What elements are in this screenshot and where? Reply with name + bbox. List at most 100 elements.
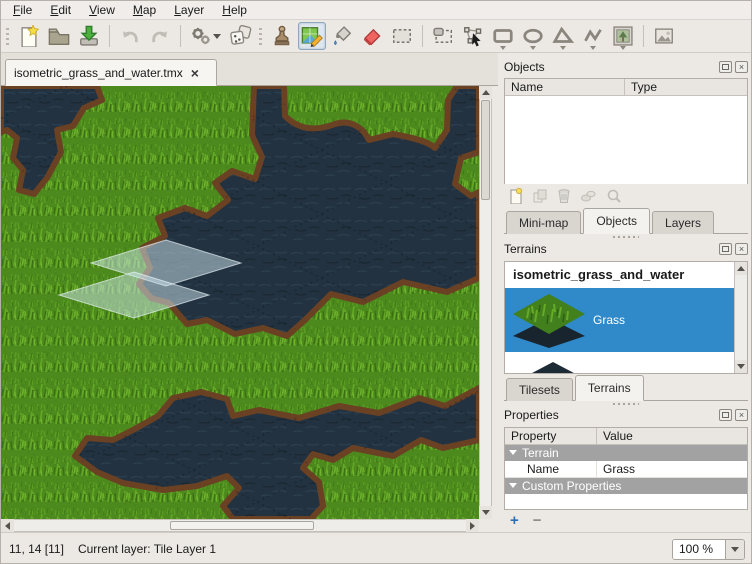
add-property-button[interactable]: + xyxy=(510,513,519,528)
chevron-down-icon xyxy=(731,547,739,552)
tileset-name-row[interactable]: isometric_grass_and_water xyxy=(505,262,747,288)
objects-float-button[interactable] xyxy=(719,61,732,73)
menu-help[interactable]: Help xyxy=(214,2,255,18)
properties-col-property[interactable]: Property xyxy=(505,428,597,444)
collapse-arrow-icon[interactable] xyxy=(509,450,517,455)
redo-button[interactable] xyxy=(146,22,174,50)
float-icon xyxy=(720,410,731,420)
menu-bar: File Edit View Map Layer Help xyxy=(1,1,752,20)
automap-button[interactable] xyxy=(187,22,225,50)
document-tabbar: isometric_grass_and_water.tmx × xyxy=(1,53,498,86)
insert-ellipse-button[interactable] xyxy=(519,22,547,50)
insert-polyline-button[interactable] xyxy=(579,22,607,50)
rect-select-icon xyxy=(391,25,413,47)
menu-file[interactable]: File xyxy=(5,2,40,18)
property-name-value[interactable]: Grass xyxy=(597,462,747,476)
scroll-right-button[interactable] xyxy=(466,519,479,532)
new-file-button[interactable] xyxy=(15,22,43,50)
select-object-button[interactable] xyxy=(429,22,457,50)
edit-polygons-icon xyxy=(462,25,484,47)
custom-properties-group-row[interactable]: Custom Properties xyxy=(505,478,747,494)
bucket-fill-icon xyxy=(331,25,353,47)
tab-close-icon[interactable]: × xyxy=(191,66,199,80)
duplicate-objects-icon[interactable] xyxy=(532,188,548,204)
rect-select-button[interactable] xyxy=(388,22,416,50)
stamp-brush-button[interactable] xyxy=(268,22,296,50)
scroll-up-button[interactable] xyxy=(479,86,492,99)
remove-property-button[interactable]: − xyxy=(533,513,542,528)
terrain-item-water[interactable]: Water xyxy=(505,352,747,374)
tab-terrains[interactable]: Terrains xyxy=(575,375,644,401)
insert-polygon-button[interactable] xyxy=(549,22,577,50)
scroll-down-button[interactable] xyxy=(479,506,492,519)
scroll-up-button[interactable] xyxy=(735,262,747,275)
automap-dropdown-arrow-icon xyxy=(213,34,221,39)
tab-tilesets[interactable]: Tilesets xyxy=(506,378,573,401)
toolbar-separator xyxy=(180,25,181,47)
properties-col-value[interactable]: Value xyxy=(597,428,747,444)
scroll-left-button[interactable] xyxy=(1,519,14,532)
terrains-float-button[interactable] xyxy=(719,243,732,255)
properties-panel-title: Properties xyxy=(504,408,716,422)
terrain-item-grass[interactable]: Grass xyxy=(505,288,747,352)
terrains-close-button[interactable]: × xyxy=(735,243,748,255)
current-layer-label: Current layer: Tile Layer 1 xyxy=(78,542,216,556)
property-name-label: Name xyxy=(505,461,597,477)
dropdown-arrow-icon xyxy=(500,46,506,50)
menu-view[interactable]: View xyxy=(81,2,123,18)
terrain-brush-button[interactable] xyxy=(298,22,326,50)
toolbar-separator xyxy=(109,25,110,47)
objects-close-button[interactable]: × xyxy=(735,61,748,73)
properties-close-button[interactable]: × xyxy=(735,409,748,421)
zoom-dropdown-button[interactable] xyxy=(725,540,744,559)
eraser-button[interactable] xyxy=(358,22,386,50)
random-mode-button[interactable] xyxy=(227,22,255,50)
menu-layer[interactable]: Layer xyxy=(166,2,212,18)
tab-mini-map[interactable]: Mini-map xyxy=(506,211,581,234)
insert-polyline-icon xyxy=(582,25,604,47)
remove-objects-icon[interactable] xyxy=(556,188,572,204)
objects-col-type[interactable]: Type xyxy=(625,79,747,95)
insert-rectangle-icon xyxy=(492,25,514,47)
insert-image-button[interactable] xyxy=(650,22,678,50)
dropdown-arrow-icon xyxy=(530,46,536,50)
open-file-button[interactable] xyxy=(45,22,73,50)
insert-tile-button[interactable] xyxy=(609,22,637,50)
terrains-scrollbar[interactable] xyxy=(734,262,747,373)
menu-map[interactable]: Map xyxy=(125,2,164,18)
property-row-name[interactable]: Name Grass xyxy=(505,461,747,478)
toolbar-drag-handle[interactable] xyxy=(5,25,12,47)
save-file-button[interactable] xyxy=(75,22,103,50)
add-object-layer-icon[interactable] xyxy=(508,188,524,204)
bucket-fill-button[interactable] xyxy=(328,22,356,50)
edit-polygons-button[interactable] xyxy=(459,22,487,50)
canvas-vertical-scrollbar[interactable] xyxy=(479,86,492,519)
properties-float-button[interactable] xyxy=(719,409,732,421)
objects-table: Name Type xyxy=(504,78,748,184)
undo-button[interactable] xyxy=(116,22,144,50)
menu-edit[interactable]: Edit xyxy=(42,2,79,18)
horizontal-scroll-thumb[interactable] xyxy=(170,521,314,530)
properties-panel-header: Properties × xyxy=(504,407,748,424)
dropdown-arrow-icon xyxy=(590,46,596,50)
map-canvas[interactable] xyxy=(1,86,479,519)
document-tab[interactable]: isometric_grass_and_water.tmx × xyxy=(5,59,217,86)
scroll-down-button[interactable] xyxy=(735,360,747,373)
zoom-value[interactable]: 100 % xyxy=(673,540,725,559)
collapse-arrow-icon[interactable] xyxy=(509,483,517,488)
vertical-scroll-thumb[interactable] xyxy=(481,100,490,200)
toolbar-drag-handle[interactable] xyxy=(258,25,265,47)
tab-objects[interactable]: Objects xyxy=(583,208,650,234)
objects-panel-title: Objects xyxy=(504,60,716,74)
tab-layers[interactable]: Layers xyxy=(652,211,714,234)
terrains-list: isometric_grass_and_water Grass Wat xyxy=(504,261,748,374)
select-object-icon xyxy=(432,25,454,47)
move-objects-icon[interactable] xyxy=(580,188,598,204)
terrain-group-row[interactable]: Terrain xyxy=(505,445,747,461)
insert-rectangle-button[interactable] xyxy=(489,22,517,50)
canvas-horizontal-scrollbar[interactable] xyxy=(1,519,479,532)
zoom-combobox[interactable]: 100 % xyxy=(672,539,745,560)
objects-col-name[interactable]: Name xyxy=(505,79,625,95)
objects-list-empty[interactable] xyxy=(505,96,747,184)
object-properties-icon[interactable] xyxy=(606,188,622,204)
